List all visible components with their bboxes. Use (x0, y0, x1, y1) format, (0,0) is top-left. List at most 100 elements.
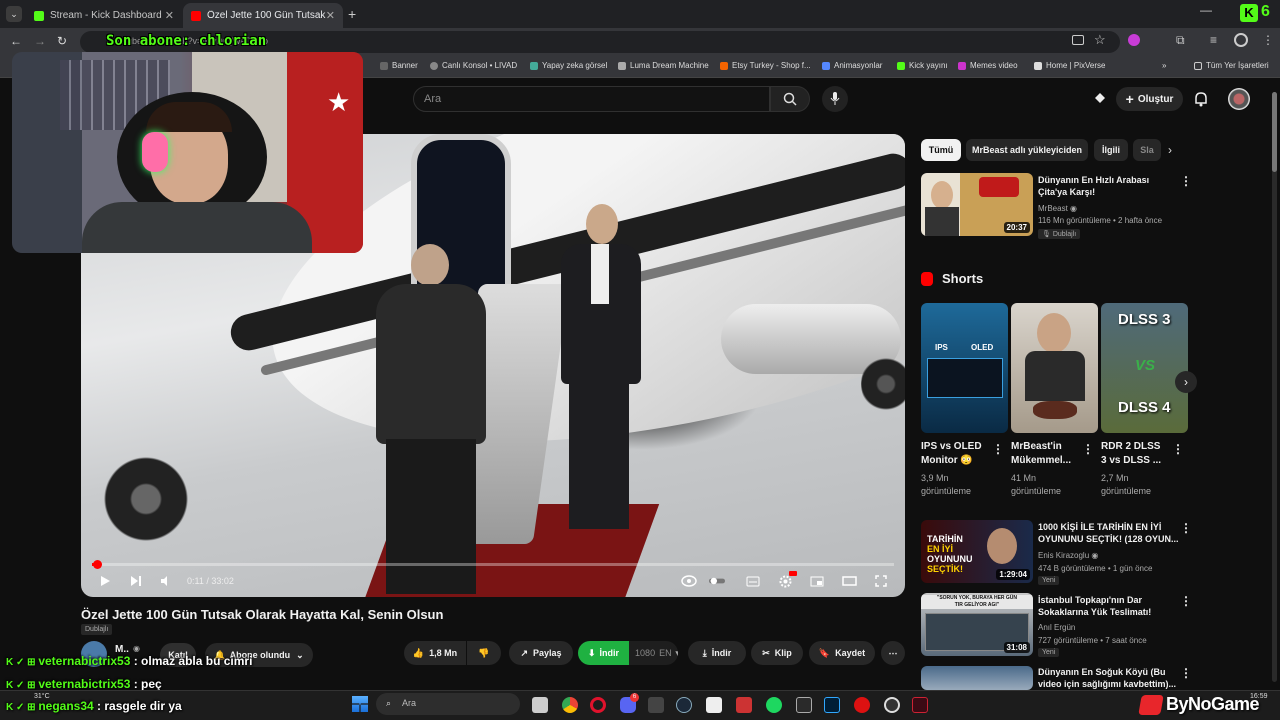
more-icon[interactable]: ⋮ (1082, 442, 1094, 456)
chrome-icon[interactable] (562, 697, 578, 713)
more-icon[interactable]: ⋮ (1180, 594, 1192, 608)
video-title[interactable]: Dünyanın En Soğuk Köyü (Bu video için sağ… (1038, 666, 1176, 690)
short-title[interactable]: MrBeast'in Mükemmel... (1011, 440, 1071, 468)
save-button[interactable]: 🔖 Kaydet (809, 641, 875, 665)
bookmark-livad[interactable]: Canlı Konsol • LIVAD (430, 61, 517, 70)
bookmark-luma[interactable]: Luma Dream Machine (618, 61, 709, 70)
short-thumbnail[interactable]: IPS OLED (921, 303, 1008, 433)
settings-icon[interactable] (777, 571, 797, 588)
taskbar-search[interactable]: Ara (376, 693, 520, 715)
avatar[interactable] (1228, 88, 1250, 110)
video-thumbnail[interactable]: TARİHİN EN İYİ OYUNUNU SEÇTİK! 1:29:04 (921, 520, 1033, 583)
forward-icon[interactable]: → (34, 34, 46, 48)
channel-name[interactable]: MrBeast ◉ (1038, 203, 1077, 214)
voice-search-button[interactable] (822, 86, 848, 112)
capcut-icon[interactable] (706, 697, 722, 713)
volume-icon[interactable] (158, 574, 174, 588)
download-button[interactable]: ⬇ İndir 1080 EN ▾ (578, 641, 678, 665)
create-button[interactable]: + Oluştur (1116, 87, 1183, 111)
reading-list-icon[interactable]: ≡ (1210, 33, 1217, 47)
share-button[interactable]: ↗ Paylaş (509, 641, 573, 665)
search-button[interactable] (770, 86, 810, 112)
bookmark-banner[interactable]: Banner (380, 61, 418, 70)
more-icon[interactable]: ⋮ (1180, 174, 1192, 188)
bookmark-yapay-zeka[interactable]: Yapay zeka görsel (530, 61, 607, 70)
theater-icon[interactable] (841, 574, 857, 588)
chip-more[interactable]: Sla (1133, 139, 1161, 161)
video-thumbnail[interactable]: 20:37 (921, 173, 1033, 236)
ambient-icon[interactable] (681, 574, 697, 588)
opera-icon[interactable] (590, 697, 606, 713)
tab-search-button[interactable]: ⌄ (6, 6, 22, 22)
download2-button[interactable]: ⤓ İndir (688, 641, 746, 665)
shorts-next-button[interactable]: › (1175, 371, 1197, 393)
short-title[interactable]: IPS vs OLED Monitor 😳 (921, 440, 982, 468)
close-tab-icon[interactable]: ✕ (165, 9, 174, 22)
tab-youtube-video[interactable]: Özel Jette 100 Gün Tutsak Olar ✕ (183, 3, 343, 28)
channel-name[interactable]: Anıl Ergün (1038, 622, 1075, 633)
clip-button[interactable]: ✂ Klip (751, 641, 803, 665)
fullscreen-icon[interactable] (873, 574, 889, 588)
profile-icon[interactable] (1234, 33, 1248, 47)
dislike-button[interactable]: 👎 (467, 641, 501, 665)
spotify-icon[interactable] (766, 697, 782, 713)
bookmark-memes[interactable]: Memes video (958, 61, 1018, 70)
video-title[interactable]: Dünyanın En Hızlı Arabası Çita'ya Karşı! (1038, 174, 1149, 198)
notifications-icon[interactable] (1194, 91, 1208, 112)
bookmark-animasyonlar[interactable]: Animasyonlar (822, 61, 882, 70)
video-thumbnail[interactable]: "SORUN YOK, BURAYA HER GÜN TIR GELİYOR AG… (921, 593, 1033, 656)
install-icon[interactable] (1072, 35, 1084, 45)
extension-download-icon[interactable] (1128, 34, 1140, 46)
like-button[interactable]: 👍 1,8 Mn (404, 641, 466, 665)
progress-scrubber[interactable] (92, 560, 102, 569)
minimize-button[interactable]: — (1200, 3, 1212, 17)
bookmarks-overflow-icon[interactable]: » (1162, 61, 1166, 70)
more-actions-button[interactable]: ⋯ (881, 641, 905, 665)
cast-icon[interactable] (1092, 90, 1108, 106)
miniplayer-icon[interactable] (809, 574, 825, 588)
photoshop-icon[interactable] (824, 697, 840, 713)
chip-all[interactable]: Tümü (921, 139, 961, 161)
all-bookmarks[interactable]: Tüm Yer İşaretleri (1194, 61, 1269, 70)
extensions-icon[interactable]: ⧉ (1176, 33, 1185, 48)
tab-kick-dashboard[interactable]: Stream - Kick Dashboard ✕ (26, 3, 182, 28)
more-icon[interactable]: ⋮ (1172, 442, 1184, 456)
chevron-right-icon[interactable]: › (1168, 143, 1172, 157)
channel-name[interactable]: Enis Kirazoglu ◉ (1038, 550, 1098, 561)
bookmark-kick[interactable]: Kick yayını (897, 61, 948, 70)
explorer-icon[interactable] (532, 697, 548, 713)
next-icon[interactable] (128, 574, 144, 588)
menu-icon[interactable]: ⋮ (1262, 33, 1274, 47)
bookmark-star-icon[interactable]: ☆ (1094, 32, 1106, 48)
chip-from-uploader[interactable]: MrBeast adlı yükleyiciden (966, 139, 1088, 161)
bookmark-etsy[interactable]: Etsy Turkey - Shop f... (720, 61, 811, 70)
progress-bar[interactable] (92, 563, 894, 566)
search-input[interactable]: Ara (413, 86, 770, 112)
more-icon[interactable]: ⋮ (1180, 521, 1192, 535)
short-thumbnail[interactable] (1011, 303, 1098, 433)
new-tab-button[interactable]: + (348, 6, 356, 22)
video-title[interactable]: 1000 KİŞİ İLE TARİHİN EN İYİ OYUNUNU SEÇT… (1038, 521, 1179, 545)
app-icon[interactable] (648, 697, 664, 713)
app-icon[interactable] (912, 697, 928, 713)
autoplay-toggle-icon[interactable] (709, 574, 725, 588)
subtitles-icon[interactable] (745, 574, 761, 588)
app-icon[interactable] (854, 697, 870, 713)
more-icon[interactable]: ⋮ (1180, 666, 1192, 680)
video-thumbnail[interactable] (921, 666, 1033, 690)
close-tab-icon[interactable]: ✕ (326, 9, 335, 22)
obs-icon[interactable] (884, 697, 900, 713)
app-icon[interactable] (736, 697, 752, 713)
back-icon[interactable]: ← (10, 34, 22, 48)
short-title[interactable]: RDR 2 DLSS 3 vs DLSS ... (1101, 440, 1161, 468)
epic-icon[interactable] (796, 697, 812, 713)
reload-icon[interactable]: ↻ (57, 34, 67, 48)
short-thumbnail[interactable]: DLSS 3 VS DLSS 4 (1101, 303, 1188, 433)
steam-icon[interactable] (676, 697, 692, 713)
scrollbar[interactable] (1272, 92, 1277, 682)
video-title[interactable]: İstanbul Topkapı'nın Dar Sokaklarına Yük … (1038, 594, 1151, 618)
more-icon[interactable]: ⋮ (992, 442, 1004, 456)
bookmark-pixverse[interactable]: Home | PixVerse (1034, 61, 1105, 70)
play-icon[interactable] (97, 574, 113, 588)
chip-related[interactable]: İlgili (1094, 139, 1128, 161)
